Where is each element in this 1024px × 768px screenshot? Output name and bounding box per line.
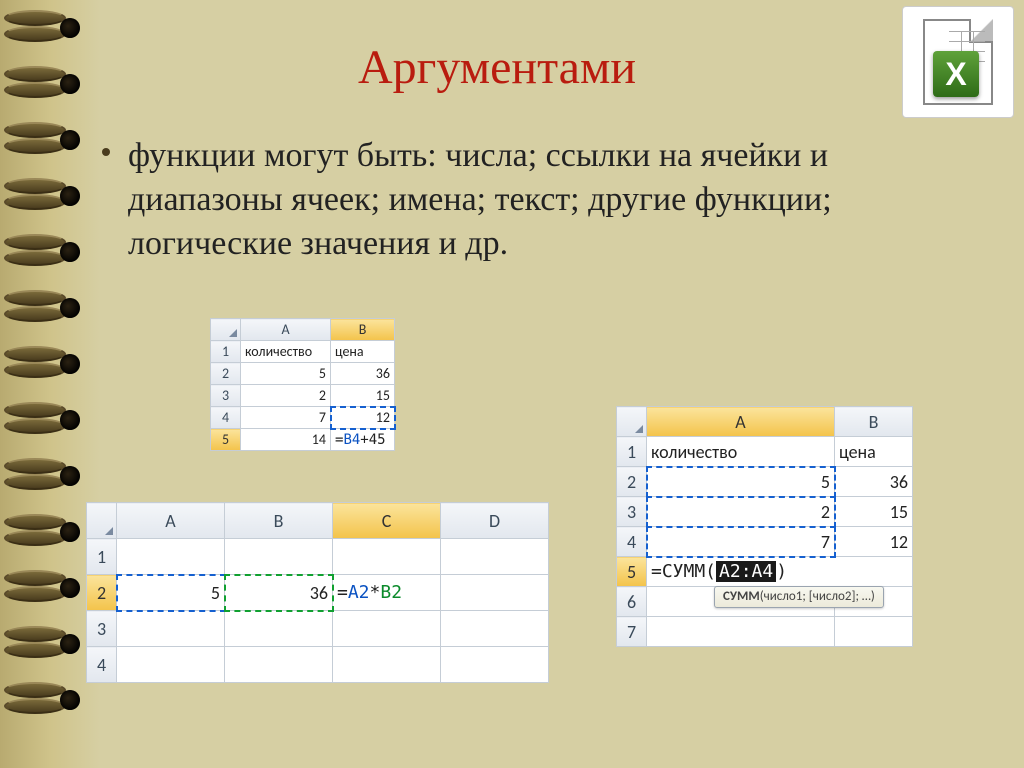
row-header: 5	[211, 429, 241, 451]
formula-cell: =B4+45	[331, 429, 395, 451]
bullet-dot-icon	[102, 148, 110, 156]
referenced-cell: 36	[225, 575, 333, 611]
row-header: 2	[211, 363, 241, 385]
cell: количество	[647, 437, 835, 467]
slide-title: Аргументами	[100, 40, 894, 95]
cell	[441, 611, 549, 647]
excel-sample-cellref: A B 1 количество цена 2 5 36 3 2 15 4 7 …	[210, 318, 395, 451]
row-header: 5	[617, 557, 647, 587]
cell	[225, 647, 333, 683]
tooltip-fn: СУММ	[723, 589, 760, 604]
cell: цена	[835, 437, 913, 467]
excel-sample-sum: A B 1 количество цена 2 5 36 3 2 15 4 7 …	[616, 406, 913, 647]
row-header: 1	[87, 539, 117, 575]
bullet-content: функции могут быть: числа; ссылки на яче…	[128, 137, 832, 262]
col-header: A	[117, 503, 225, 539]
col-header: D	[441, 503, 549, 539]
cell: 36	[835, 467, 913, 497]
spiral-binding	[0, 0, 100, 768]
cell: количество	[241, 341, 331, 363]
cell	[441, 539, 549, 575]
cell	[117, 611, 225, 647]
range-cell: 5	[647, 467, 835, 497]
selected-range: A2:A4	[716, 561, 776, 582]
row-header: 1	[617, 437, 647, 467]
cell: 12	[835, 527, 913, 557]
cell	[647, 617, 835, 647]
cell	[441, 647, 549, 683]
row-header: 2	[87, 575, 117, 611]
cell	[225, 611, 333, 647]
cell: 14	[241, 429, 331, 451]
excel-sample-multiply: A B C D 1 2 5 36 =A2*B2 3 4	[86, 502, 549, 683]
row-header: 3	[211, 385, 241, 407]
bullet-text: функции могут быть: числа; ссылки на яче…	[128, 134, 984, 267]
cell: 2	[241, 385, 331, 407]
col-header: A	[241, 319, 331, 341]
range-cell: 7	[647, 527, 835, 557]
row-header: 3	[617, 497, 647, 527]
row-header: 4	[211, 407, 241, 429]
row-header: 3	[87, 611, 117, 647]
cell	[333, 539, 441, 575]
referenced-cell: 5	[117, 575, 225, 611]
formula-cell: =A2*B2	[333, 575, 441, 611]
referenced-cell: 12	[331, 407, 395, 429]
function-tooltip: СУММ(число1; [число2]; …)	[714, 586, 884, 608]
col-header: B	[225, 503, 333, 539]
cell	[333, 647, 441, 683]
col-header: C	[333, 503, 441, 539]
col-header: B	[835, 407, 913, 437]
cell: цена	[331, 341, 395, 363]
col-header: B	[331, 319, 395, 341]
cell	[441, 575, 549, 611]
cell: 15	[835, 497, 913, 527]
row-header: 2	[617, 467, 647, 497]
cell: 5	[241, 363, 331, 385]
row-header: 4	[617, 527, 647, 557]
tooltip-sig: (число1; [число2]; …)	[760, 589, 875, 604]
cell: 15	[331, 385, 395, 407]
cell	[225, 539, 333, 575]
cell	[333, 611, 441, 647]
cell: 36	[331, 363, 395, 385]
row-header: 6	[617, 587, 647, 617]
formula-cell: =СУММ(A2:A4)	[647, 557, 913, 587]
row-header: 1	[211, 341, 241, 363]
range-cell: 2	[647, 497, 835, 527]
col-header: A	[647, 407, 835, 437]
cell	[117, 539, 225, 575]
excel-x-glyph: X	[933, 51, 979, 97]
cell	[117, 647, 225, 683]
row-header: 7	[617, 617, 647, 647]
excel-icon: X	[902, 6, 1014, 118]
row-header: 4	[87, 647, 117, 683]
cell	[835, 617, 913, 647]
cell: 7	[241, 407, 331, 429]
